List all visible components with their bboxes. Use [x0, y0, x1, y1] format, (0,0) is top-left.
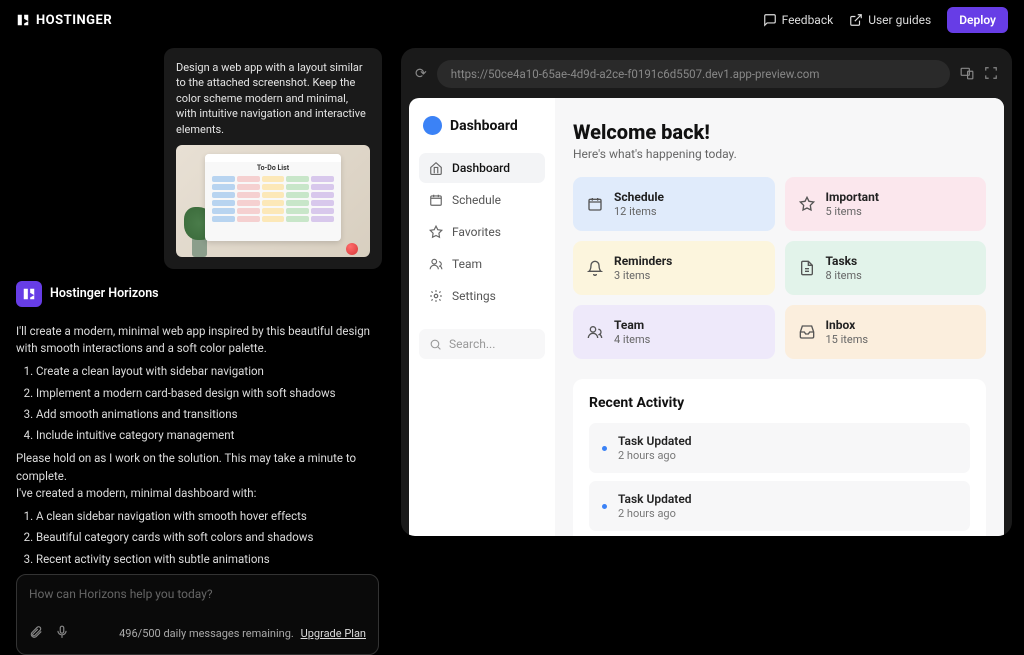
users-icon	[429, 257, 443, 271]
chat-icon	[763, 13, 777, 27]
chat-panel: Design a web app with a layout similar t…	[0, 40, 395, 548]
gear-icon	[429, 289, 443, 303]
url-bar[interactable]: https://50ce4a10-65ae-4d9d-a2ce-f0191c6d…	[437, 60, 950, 88]
assistant-header: Hostinger Horizons	[16, 281, 379, 307]
prompt-text: Design a web app with a layout similar t…	[176, 60, 370, 137]
chat-input-area[interactable]: How can Horizons help you today? 496/500…	[16, 574, 379, 655]
usage-counter: 496/500 daily messages remaining.	[119, 627, 294, 640]
guides-link[interactable]: User guides	[849, 13, 931, 27]
responsive-icon[interactable]	[960, 66, 974, 83]
nav-schedule[interactable]: Schedule	[419, 185, 545, 215]
assistant-response: I'll create a modern, minimal web app in…	[16, 317, 379, 574]
external-link-icon	[849, 13, 863, 27]
reload-icon[interactable]: ⟳	[415, 66, 427, 82]
assistant-name: Hostinger Horizons	[50, 286, 159, 301]
card-tasks[interactable]: Tasks8 items	[785, 241, 987, 295]
browser-toolbar: ⟳ https://50ce4a10-65ae-4d9d-a2ce-f0191c…	[409, 56, 1004, 98]
fullscreen-icon[interactable]	[984, 66, 998, 83]
brand-name: HOSTINGER	[36, 13, 112, 28]
activity-section: Recent Activity Task Updated2 hours ago …	[573, 379, 986, 536]
nav-settings[interactable]: Settings	[419, 281, 545, 311]
mic-icon[interactable]	[55, 625, 69, 642]
search-input[interactable]: Search...	[419, 329, 545, 359]
feedback-link[interactable]: Feedback	[763, 13, 834, 27]
search-icon	[429, 338, 442, 351]
activity-item[interactable]: Task Updated2 hours ago	[589, 423, 970, 473]
chat-input-placeholder: How can Horizons help you today?	[29, 587, 366, 601]
nav-team[interactable]: Team	[419, 249, 545, 279]
card-reminders[interactable]: Reminders3 items	[573, 241, 775, 295]
user-prompt-card: Design a web app with a layout similar t…	[164, 48, 382, 269]
bell-icon	[587, 260, 603, 276]
assistant-avatar	[16, 281, 42, 307]
activity-title: Recent Activity	[589, 395, 970, 411]
preview-panel: ⟳ https://50ce4a10-65ae-4d9d-a2ce-f0191c…	[395, 40, 1024, 548]
hostinger-icon	[16, 13, 30, 27]
app-window-mockup: To-Do List	[205, 154, 341, 241]
status-dot	[602, 446, 607, 451]
top-actions: Feedback User guides Deploy	[763, 7, 1008, 33]
file-icon	[799, 260, 815, 276]
prompt-attachment-image[interactable]: To-Do List	[176, 145, 370, 257]
brand-logo[interactable]: HOSTINGER	[16, 13, 112, 28]
star-icon	[799, 196, 815, 212]
nav-favorites[interactable]: Favorites	[419, 217, 545, 247]
calendar-icon	[587, 196, 603, 212]
welcome-title: Welcome back!	[573, 120, 986, 144]
attach-icon[interactable]	[29, 625, 43, 642]
horizons-icon	[22, 287, 36, 301]
star-icon	[429, 225, 443, 239]
app-title: Dashboard	[450, 118, 518, 134]
home-icon	[429, 161, 443, 175]
card-inbox[interactable]: Inbox15 items	[785, 305, 987, 359]
card-schedule[interactable]: Schedule12 items	[573, 177, 775, 231]
app-content: Welcome back! Here's what's happening to…	[555, 98, 1004, 536]
activity-item[interactable]: Task Updated2 hours ago	[589, 481, 970, 531]
upgrade-link[interactable]: Upgrade Plan	[301, 627, 366, 640]
app-logo-circle	[423, 116, 442, 135]
nav-dashboard[interactable]: Dashboard	[419, 153, 545, 183]
preview-viewport: Dashboard Dashboard Schedule Favorites	[409, 98, 1004, 536]
deploy-button[interactable]: Deploy	[947, 7, 1008, 33]
inbox-icon	[799, 324, 815, 340]
apple-decoration	[346, 243, 358, 255]
card-grid: Schedule12 items Important5 items Remind…	[573, 177, 986, 359]
users-icon	[587, 324, 603, 340]
card-important[interactable]: Important5 items	[785, 177, 987, 231]
calendar-icon	[429, 193, 443, 207]
status-dot	[602, 504, 607, 509]
top-bar: HOSTINGER Feedback User guides Deploy	[0, 0, 1024, 40]
app-sidebar: Dashboard Dashboard Schedule Favorites	[409, 98, 555, 536]
card-team[interactable]: Team4 items	[573, 305, 775, 359]
todo-title: To-Do List	[257, 164, 289, 172]
welcome-sub: Here's what's happening today.	[573, 147, 986, 161]
